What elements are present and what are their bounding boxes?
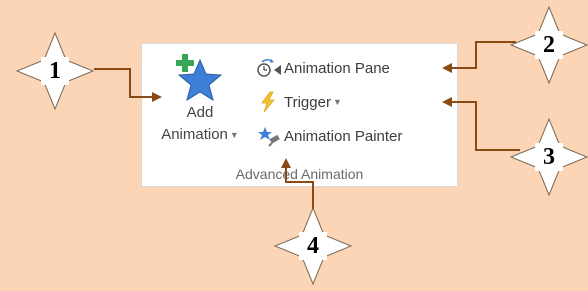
callout-4: 4	[273, 206, 353, 286]
callout-1: 1	[15, 31, 95, 111]
arrow-2	[442, 41, 516, 73]
callout-number: 1	[49, 57, 61, 84]
callout-number: 4	[307, 232, 319, 259]
callout-3: 3	[509, 117, 588, 197]
callout-number: 2	[543, 31, 555, 58]
arrow-4	[281, 158, 314, 210]
callout-number: 3	[543, 143, 555, 170]
callout-2: 2	[509, 5, 588, 85]
arrow-1	[94, 68, 162, 102]
